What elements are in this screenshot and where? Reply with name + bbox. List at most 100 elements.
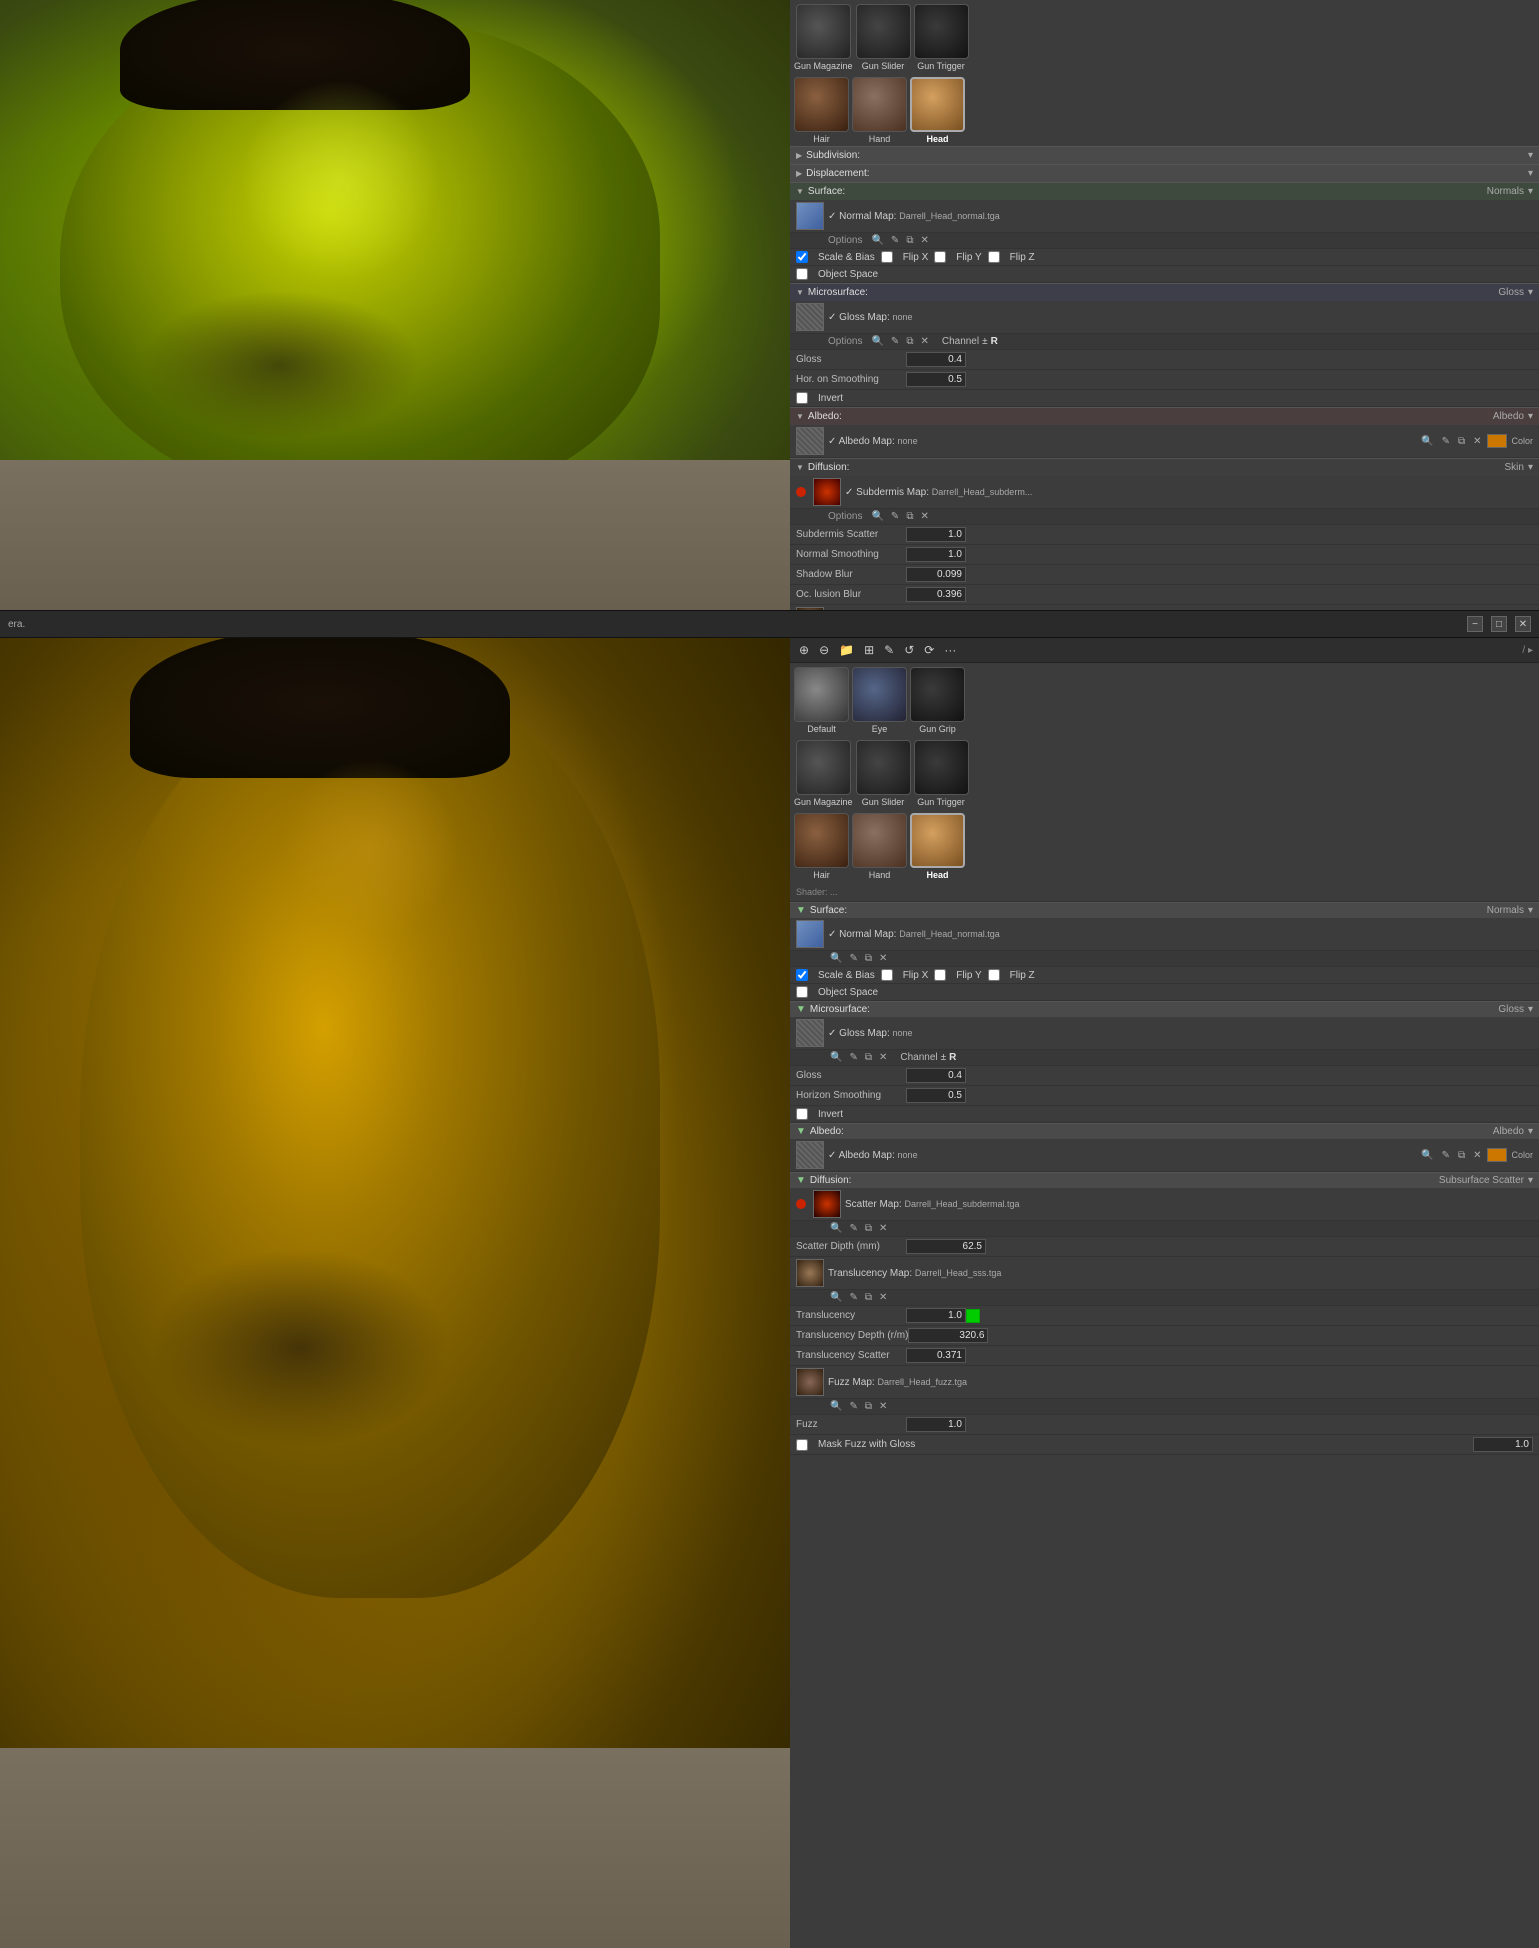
gloss-edit[interactable]: ✎ <box>889 335 901 348</box>
pencil-button[interactable]: ✎ <box>881 641 897 659</box>
thumb-hand2[interactable]: Hand <box>852 813 907 880</box>
subtract-button[interactable]: ⊖ <box>816 641 832 659</box>
bottom-gloss-close[interactable]: ✕ <box>877 1051 889 1064</box>
bottom-flip-x[interactable] <box>881 969 893 981</box>
bottom-diffusion-header[interactable]: ▼ Diffusion: Subsurface Scatter ▾ <box>790 1172 1539 1188</box>
bottom-translucency-copy[interactable]: ⧉ <box>863 1291 874 1304</box>
bottom-albedo-edit[interactable]: ✎ <box>1440 1149 1452 1162</box>
bottom-gloss-input[interactable] <box>906 1068 966 1083</box>
scale-bias-checkbox[interactable] <box>796 251 808 263</box>
bottom-surface-header[interactable]: ▼ Surface: Normals ▾ <box>790 902 1539 918</box>
occlusion-blur-input[interactable] <box>906 587 966 602</box>
bottom-flip-y[interactable] <box>934 969 946 981</box>
bottom-gloss-copy[interactable]: ⧉ <box>863 1051 874 1064</box>
thumb-default[interactable]: Default <box>794 667 849 734</box>
more-button[interactable]: ··· <box>941 641 959 659</box>
bottom-normal-close[interactable]: ✕ <box>877 952 889 965</box>
shadow-blur-input[interactable] <box>906 567 966 582</box>
bottom-normal-copy[interactable]: ⧉ <box>863 952 874 965</box>
thumb-hair2[interactable]: Hair <box>794 813 849 880</box>
scatter-search[interactable]: 🔍 <box>828 1222 844 1235</box>
thumb-head2[interactable]: Head <box>910 813 965 880</box>
normal-map-edit[interactable]: ✎ <box>889 234 901 247</box>
flip-y-checkbox[interactable] <box>934 251 946 263</box>
gloss-copy[interactable]: ⧉ <box>904 335 915 348</box>
minimize-button[interactable]: − <box>1467 616 1483 632</box>
object-space-checkbox[interactable] <box>796 268 808 280</box>
thumb-head[interactable]: Head <box>910 77 965 144</box>
bottom-fuzz-copy[interactable]: ⧉ <box>863 1400 874 1413</box>
bottom-translucency-close[interactable]: ✕ <box>877 1291 889 1304</box>
normal-smoothing-input[interactable] <box>906 547 966 562</box>
rotate-button[interactable]: ⟳ <box>921 641 937 659</box>
folder-button[interactable]: 📁 <box>836 641 857 659</box>
thumb-gun-slider[interactable]: Gun Slider <box>856 4 911 71</box>
thumb-eye[interactable]: Eye <box>852 667 907 734</box>
thumb-gun-trigger[interactable]: Gun Trigger <box>914 4 969 71</box>
subdermis-scatter-input[interactable] <box>906 527 966 542</box>
bottom-microsurface-header[interactable]: ▼ Microsurface: Gloss ▾ <box>790 1001 1539 1017</box>
scatter-edit[interactable]: ✎ <box>847 1222 859 1235</box>
bottom-albedo-search[interactable]: 🔍 <box>1419 1149 1435 1162</box>
bottom-fuzz-search[interactable]: 🔍 <box>828 1400 844 1413</box>
grid-button[interactable]: ⊞ <box>861 641 877 659</box>
horizon-smoothing-input[interactable] <box>906 372 966 387</box>
scatter-close[interactable]: ✕ <box>877 1222 889 1235</box>
add-button[interactable]: ⊕ <box>796 641 812 659</box>
bottom-translucency-edit[interactable]: ✎ <box>847 1291 859 1304</box>
bottom-translucency-search[interactable]: 🔍 <box>828 1291 844 1304</box>
refresh-button[interactable]: ↺ <box>901 641 917 659</box>
bottom-invert-checkbox[interactable] <box>796 1108 808 1120</box>
mask-fuzz-input[interactable] <box>1473 1437 1533 1452</box>
invert-checkbox[interactable] <box>796 392 808 404</box>
subdermis-close[interactable]: ✕ <box>918 510 930 523</box>
flip-x-checkbox[interactable] <box>881 251 893 263</box>
gloss-search[interactable]: 🔍 <box>869 335 885 348</box>
surface-header[interactable]: ▼ Surface: Normals ▾ <box>790 182 1539 200</box>
thumb-gun-magazine[interactable]: Gun Magazine <box>794 4 853 71</box>
thumb-hand[interactable]: Hand <box>852 77 907 144</box>
thumb-gun-grip[interactable]: Gun Grip <box>910 667 965 734</box>
scatter-copy[interactable]: ⧉ <box>863 1222 874 1235</box>
subdermis-copy[interactable]: ⧉ <box>904 510 915 523</box>
bottom-flip-z[interactable] <box>988 969 1000 981</box>
bottom-fuzz-close[interactable]: ✕ <box>877 1400 889 1413</box>
albedo-header[interactable]: ▼ Albedo: Albedo ▾ <box>790 407 1539 425</box>
bottom-gloss-edit[interactable]: ✎ <box>847 1051 859 1064</box>
bottom-translucency-scatter-input[interactable] <box>906 1348 966 1363</box>
bottom-translucency-input[interactable] <box>906 1308 966 1323</box>
albedo-search[interactable]: 🔍 <box>1419 435 1435 448</box>
bottom-albedo-copy[interactable]: ⧉ <box>1456 1149 1467 1162</box>
normal-map-copy[interactable]: ⧉ <box>904 234 915 247</box>
normal-map-close[interactable]: ✕ <box>918 234 930 247</box>
thumb-gun-magazine2[interactable]: Gun Magazine <box>794 740 853 807</box>
bottom-fuzz-edit[interactable]: ✎ <box>847 1400 859 1413</box>
bottom-normal-edit[interactable]: ✎ <box>847 952 859 965</box>
bottom-scale-bias[interactable] <box>796 969 808 981</box>
gloss-input[interactable] <box>906 352 966 367</box>
thumb-hair[interactable]: Hair <box>794 77 849 144</box>
diffusion-header[interactable]: ▼ Diffusion: Skin ▾ <box>790 458 1539 476</box>
bottom-horizon-input[interactable] <box>906 1088 966 1103</box>
scatter-depth-input[interactable] <box>906 1239 986 1254</box>
subdermis-edit[interactable]: ✎ <box>889 510 901 523</box>
subdermis-search[interactable]: 🔍 <box>869 510 885 523</box>
normal-map-search[interactable]: 🔍 <box>869 234 885 247</box>
translucency-depth-input[interactable] <box>908 1328 988 1343</box>
mask-fuzz-checkbox[interactable] <box>796 1439 808 1451</box>
albedo-close[interactable]: ✕ <box>1471 435 1483 448</box>
bottom-normal-search[interactable]: 🔍 <box>828 952 844 965</box>
bottom-albedo-header[interactable]: ▼ Albedo: Albedo ▾ <box>790 1123 1539 1139</box>
gloss-close[interactable]: ✕ <box>918 335 930 348</box>
albedo-color-swatch[interactable] <box>1487 434 1507 448</box>
bottom-fuzz-input[interactable] <box>906 1417 966 1432</box>
microsurface-header[interactable]: ▼ Microsurface: Gloss ▾ <box>790 283 1539 301</box>
subdivision-header[interactable]: ▶ Subdivision: ▾ <box>790 146 1539 164</box>
bottom-object-space[interactable] <box>796 986 808 998</box>
thumb-gun-trigger2[interactable]: Gun Trigger <box>914 740 969 807</box>
albedo-copy[interactable]: ⧉ <box>1456 435 1467 448</box>
bottom-gloss-search[interactable]: 🔍 <box>828 1051 844 1064</box>
displacement-header[interactable]: ▶ Displacement: ▾ <box>790 164 1539 182</box>
maximize-button[interactable]: □ <box>1491 616 1507 632</box>
albedo-edit[interactable]: ✎ <box>1440 435 1452 448</box>
